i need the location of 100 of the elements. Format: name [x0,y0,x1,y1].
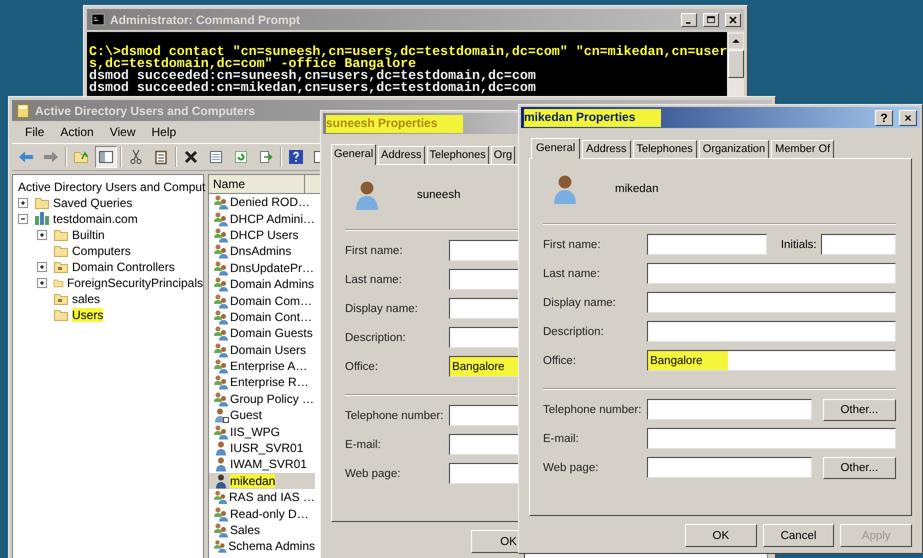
list-item[interactable]: Enterprise A… [230,359,308,374]
tree-item[interactable]: sales [72,292,100,306]
tree-item[interactable]: Builtin [72,228,105,242]
expand-icon[interactable] [15,195,31,211]
menu-item[interactable]: File [18,125,52,139]
list-row[interactable]: Enterprise R… [209,374,315,391]
tab[interactable]: Org [490,146,516,164]
tab[interactable]: Member Of [771,140,834,158]
list-row[interactable]: DHCP Admini… [209,210,315,227]
list-row[interactable]: Denied ROD… [209,194,315,210]
list-row[interactable]: Domain Cont… [209,308,315,326]
tree-item[interactable]: Saved Queries [53,196,132,210]
tab[interactable]: General [531,138,580,159]
other-button[interactable]: Other... [822,456,896,478]
list-row[interactable]: Schema Admins [209,538,315,555]
list-item[interactable]: Read-only D… [230,506,309,521]
list-row[interactable]: RAS and IAS … [209,489,315,506]
list-item[interactable]: IIS_WPG [230,424,280,439]
properties-icon[interactable] [208,149,224,165]
refresh-icon[interactable] [233,149,249,165]
input-field[interactable] [647,428,896,449]
list-row[interactable]: IWAM_SVR01 [209,456,315,473]
tree-item[interactable]: Active Directory Users and Comput [18,180,206,194]
clipboard-icon[interactable] [153,149,169,165]
list-row[interactable]: Domain Guests [209,325,315,342]
list-row[interactable]: IIS_WPG [209,423,315,440]
tree-item[interactable]: Computers [72,244,131,258]
input-field[interactable] [647,399,812,420]
export-icon[interactable] [258,149,274,165]
tree-item[interactable]: Users [72,308,104,322]
list-item[interactable]: Domain Cont… [230,310,312,324]
tab[interactable]: Organization [698,140,770,158]
list-row[interactable]: Group Policy … [209,390,315,408]
input-field[interactable] [820,234,896,255]
list-item[interactable]: Schema Admins [228,539,315,554]
list-row[interactable]: Read-only D… [209,505,315,522]
window-title: Administrator: Command Prompt [110,12,300,26]
list-item[interactable]: Domain Admins [230,277,314,292]
list-item[interactable]: DnsAdmins [230,244,292,258]
list-item[interactable]: IUSR_SVR01 [230,441,304,456]
title-bar-button[interactable]: ? [875,110,893,126]
tab[interactable]: General [331,144,376,165]
window-title: mikedan Properties [524,108,662,126]
tree-pane-icon[interactable] [98,149,114,165]
input-field[interactable] [647,321,896,342]
list-item[interactable]: DHCP Admini… [230,212,315,226]
list-item[interactable]: Domain Guests [230,326,313,340]
tab[interactable]: Address [582,140,630,158]
menu-item[interactable]: View [102,125,142,139]
list-row[interactable]: DHCP Users [209,226,315,244]
scissors-icon[interactable] [128,149,144,165]
tab[interactable]: Telephones [632,140,697,158]
list-item[interactable]: DnsUpdatePr… [230,260,314,275]
tree-item[interactable]: ForeignSecurityPrincipals [66,276,203,290]
list-item[interactable]: Guest [230,408,262,422]
list-item[interactable]: IWAM_SVR01 [230,457,307,472]
help-icon[interactable] [288,149,304,165]
field-label: Telephone number: [543,404,642,416]
list-item[interactable]: Domain Com… [230,294,312,308]
folder-icon [34,195,50,211]
input-field[interactable] [647,234,768,255]
list-row[interactable]: Sales [209,522,315,538]
list-item[interactable]: mikedan [230,474,276,488]
group-icon [213,522,229,538]
delete-icon[interactable] [183,149,199,165]
list-row[interactable]: Domain Admins [209,276,315,292]
list-item[interactable]: DHCP Users [230,228,298,242]
list-item[interactable]: Sales [230,523,260,537]
list-item[interactable]: Denied ROD… [230,195,310,210]
list-item[interactable]: Enterprise R… [230,375,309,390]
folder-up-icon[interactable] [73,149,89,165]
list-row[interactable]: Enterprise A… [209,358,315,374]
title-bar-button[interactable]: × [899,110,917,126]
menu-item[interactable]: Action [53,125,101,139]
list-row[interactable]: DnsUpdatePr… [209,260,315,276]
expand-icon[interactable] [34,259,50,275]
input-field[interactable]: Bangalore [647,350,896,371]
other-button[interactable]: Other... [822,398,896,420]
column-header[interactable]: Name [209,175,305,193]
dialog-button[interactable]: OK [685,524,757,547]
input-field[interactable] [647,457,812,478]
list-row[interactable]: Domain Com… [209,292,315,309]
input-field[interactable] [647,292,896,313]
list-item[interactable]: RAS and IAS … [228,490,315,504]
list-row[interactable]: mikedan [209,472,315,490]
tab[interactable]: Address [378,146,424,164]
list-item[interactable]: Group Policy … [230,392,314,406]
input-field[interactable] [647,263,896,284]
expand-icon[interactable] [34,275,50,291]
list-row[interactable]: IUSR_SVR01 [209,440,315,456]
dialog-button[interactable]: Cancel [762,524,834,547]
tab[interactable]: Telephones [426,146,489,164]
tree-item[interactable]: testdomain.com [53,212,138,226]
tree-item[interactable]: Domain Controllers [72,260,175,274]
list-row[interactable]: Domain Users [209,342,315,358]
list-row[interactable]: Guest [209,407,315,424]
menu-item[interactable]: Help [144,125,184,139]
expand-icon[interactable] [34,227,50,243]
list-row[interactable]: DnsAdmins [209,243,315,260]
list-item[interactable]: Domain Users [230,342,306,357]
